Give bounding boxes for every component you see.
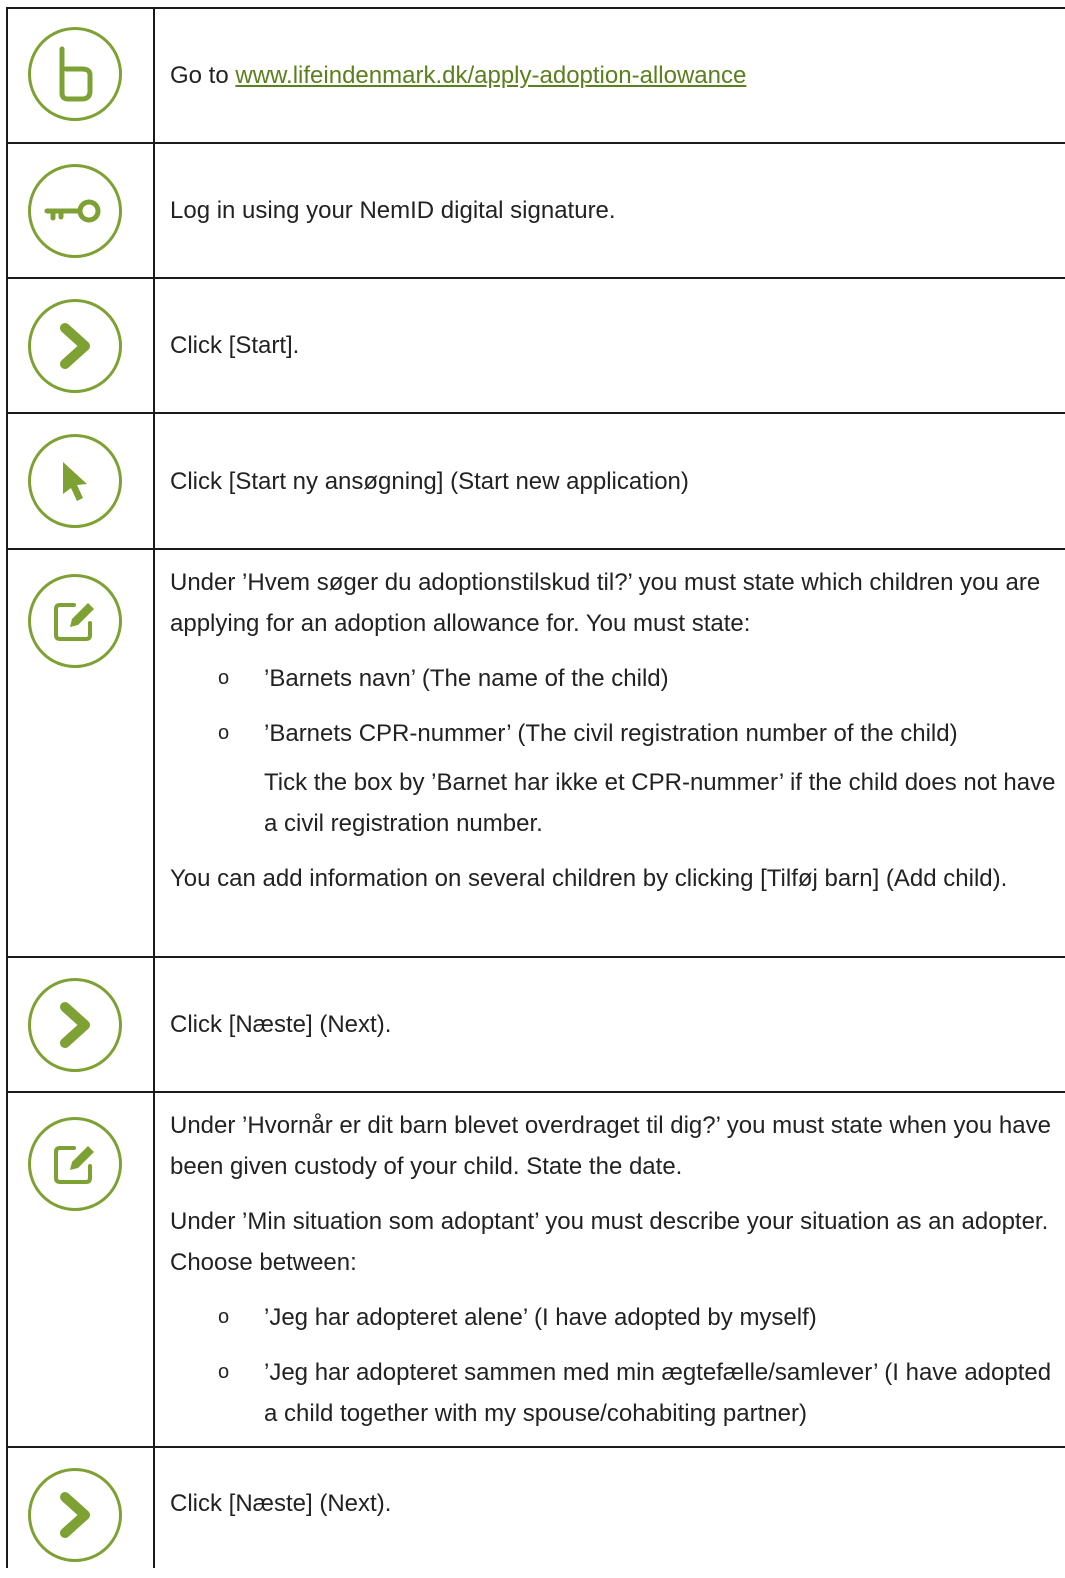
icon-cell	[8, 550, 155, 956]
step-text: Under ’Hvem søger du adoptionstilskud ti…	[155, 550, 1065, 956]
icon-cell	[8, 958, 155, 1091]
step-label: Click [Start].	[170, 332, 300, 359]
step-label: Click [Næste] (Next).	[170, 1490, 392, 1517]
bullet-marker: o	[218, 722, 230, 744]
step-row: Go to www.lifeindenmark.dk/apply-adoptio…	[6, 7, 1065, 142]
step-text: Go to www.lifeindenmark.dk/apply-adoptio…	[155, 9, 1065, 142]
bullet-marker: o	[218, 1361, 230, 1383]
step-row: Click [Næste] (Next).	[6, 1446, 1065, 1568]
step-label: Go to	[170, 62, 236, 89]
icon-cell	[8, 414, 155, 548]
website-b-icon	[28, 27, 122, 121]
bullet-text: ’Jeg har adopteret alene’ (I have adopte…	[264, 1304, 817, 1331]
chevron-right-icon	[28, 1468, 122, 1562]
cursor-icon	[28, 434, 122, 528]
step-row: Click [Næste] (Next).	[6, 956, 1065, 1091]
icon-cell	[8, 144, 155, 277]
bullet-text: ’Barnets CPR-nummer’ (The civil registra…	[264, 720, 958, 747]
step-text: Under ’Hvornår er dit barn blevet overdr…	[155, 1093, 1065, 1446]
step-row: Under ’Hvem søger du adoptionstilskud ti…	[6, 548, 1065, 956]
step-label: Click [Næste] (Next).	[170, 1011, 392, 1038]
bullet-marker: o	[218, 1306, 230, 1328]
step-row: Under ’Hvornår er dit barn blevet overdr…	[6, 1091, 1065, 1446]
icon-cell	[8, 279, 155, 412]
edit-icon	[28, 1117, 122, 1211]
instructions-table: Go to www.lifeindenmark.dk/apply-adoptio…	[6, 7, 1065, 1568]
list-item: o ’Barnets navn’ (The name of the child)	[170, 658, 1065, 699]
icon-cell	[8, 1093, 155, 1446]
step-label: Click [Start ny ansøgning] (Start new ap…	[170, 467, 689, 495]
step-text: Click [Næste] (Next).	[155, 958, 1065, 1091]
step-row: Log in using your NemID digital signatur…	[6, 142, 1065, 277]
key-icon	[28, 164, 122, 258]
icon-cell	[8, 9, 155, 142]
step-text: Click [Start].	[155, 279, 1065, 412]
step-intro: Under ’Hvem søger du adoptionstilskud ti…	[170, 569, 1041, 637]
step-label: Log in using your NemID digital signatur…	[170, 197, 616, 224]
icon-cell	[8, 1448, 155, 1568]
chevron-right-icon	[28, 978, 122, 1072]
step-text: Log in using your NemID digital signatur…	[155, 144, 1065, 277]
step-note: Tick the box by ’Barnet har ikke et CPR-…	[264, 769, 1056, 837]
bullet-marker: o	[218, 667, 230, 689]
list-item: o ’Jeg har adopteret alene’ (I have adopt…	[170, 1297, 1065, 1338]
chevron-right-icon	[28, 299, 122, 393]
bullet-text: ’Barnets navn’ (The name of the child)	[264, 665, 669, 692]
list-item: o ’Barnets CPR-nummer’ (The civil registr…	[170, 713, 1065, 754]
step-paragraph: Under ’Min situation som adoptant’ you m…	[170, 1208, 1049, 1276]
step-row: Click [Start].	[6, 277, 1065, 412]
edit-icon	[28, 574, 122, 668]
adoption-allowance-link[interactable]: www.lifeindenmark.dk/apply-adoption-allo…	[235, 62, 746, 89]
step-row: Click [Start ny ansøgning] (Start new ap…	[6, 412, 1065, 548]
step-intro: Under ’Hvornår er dit barn blevet overdr…	[170, 1112, 1051, 1180]
step-outro: You can add information on several child…	[170, 865, 1008, 892]
step-text: Click [Start ny ansøgning] (Start new ap…	[155, 414, 1065, 548]
list-item: o ’Jeg har adopteret sammen med min ægtef…	[170, 1352, 1065, 1434]
step-text: Click [Næste] (Next).	[155, 1448, 1065, 1568]
bullet-text: ’Jeg har adopteret sammen med min ægtefæ…	[264, 1359, 1052, 1427]
